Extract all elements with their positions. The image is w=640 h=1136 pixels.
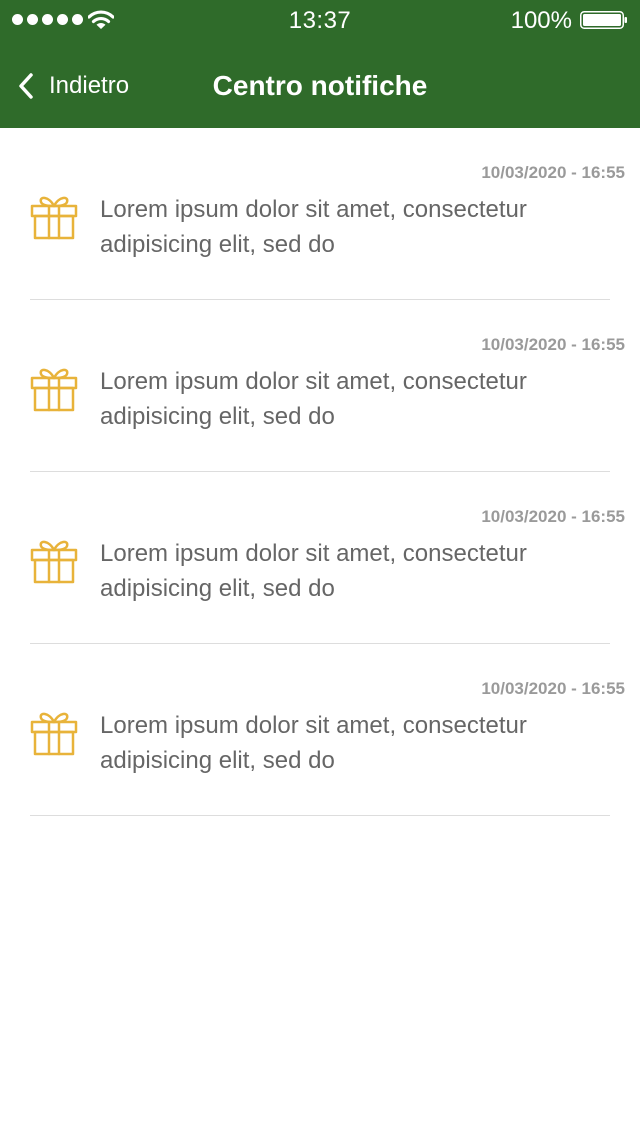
- gift-icon: [30, 196, 78, 240]
- notification-date: 10/03/2020 - 16:55: [481, 679, 625, 698]
- notification-text-line: Lorem ipsum dolor sit amet, consectetur: [100, 540, 527, 567]
- notification-text-line: adipisicing elit, sed do: [100, 575, 335, 602]
- notification-text-line: adipisicing elit, sed do: [100, 403, 335, 430]
- notification-text-line: Lorem ipsum dolor sit amet, consectetur: [100, 712, 527, 739]
- notification-date: 10/03/2020 - 16:55: [481, 163, 625, 182]
- header: 13:37 100% Indietro Centro notifiche: [0, 0, 640, 128]
- notification-item[interactable]: 10/03/2020 - 16:55 Lorem ipsum dolor sit…: [0, 300, 640, 472]
- notification-message: Lorem ipsum dolor sit amet, consectetur …: [100, 536, 600, 606]
- gift-icon: [30, 368, 78, 412]
- notification-item[interactable]: 10/03/2020 - 16:55 Lorem ipsum dolor sit…: [0, 644, 640, 816]
- page-title: Centro notifiche: [212, 70, 428, 101]
- notification-item[interactable]: 10/03/2020 - 16:55 Lorem ipsum dolor sit…: [0, 472, 640, 644]
- notification-message: Lorem ipsum dolor sit amet, consectetur …: [100, 192, 600, 262]
- notification-date: 10/03/2020 - 16:55: [481, 335, 625, 354]
- status-bar: 13:37 100%: [0, 0, 640, 40]
- notification-message: Lorem ipsum dolor sit amet, consectetur …: [100, 708, 600, 778]
- notification-date: 10/03/2020 - 16:55: [481, 507, 625, 526]
- gift-icon: [30, 712, 78, 756]
- gift-icon: [30, 540, 78, 584]
- notification-text-line: Lorem ipsum dolor sit amet, consectetur: [100, 368, 527, 395]
- battery-percentage: 100%: [510, 7, 572, 34]
- notification-list: 10/03/2020 - 16:55 Lorem ipsum dolor sit…: [0, 128, 640, 816]
- notification-center-screen: 13:37 100% Indietro Centro notifiche 10/…: [0, 0, 640, 1136]
- notification-text-line: adipisicing elit, sed do: [100, 231, 335, 258]
- notification-text-line: adipisicing elit, sed do: [100, 747, 335, 774]
- notification-text-line: Lorem ipsum dolor sit amet, consectetur: [100, 196, 527, 223]
- divider: [30, 815, 610, 816]
- notification-item[interactable]: 10/03/2020 - 16:55 Lorem ipsum dolor sit…: [0, 128, 640, 300]
- notification-message: Lorem ipsum dolor sit amet, consectetur …: [100, 364, 600, 434]
- battery-icon: [580, 11, 627, 29]
